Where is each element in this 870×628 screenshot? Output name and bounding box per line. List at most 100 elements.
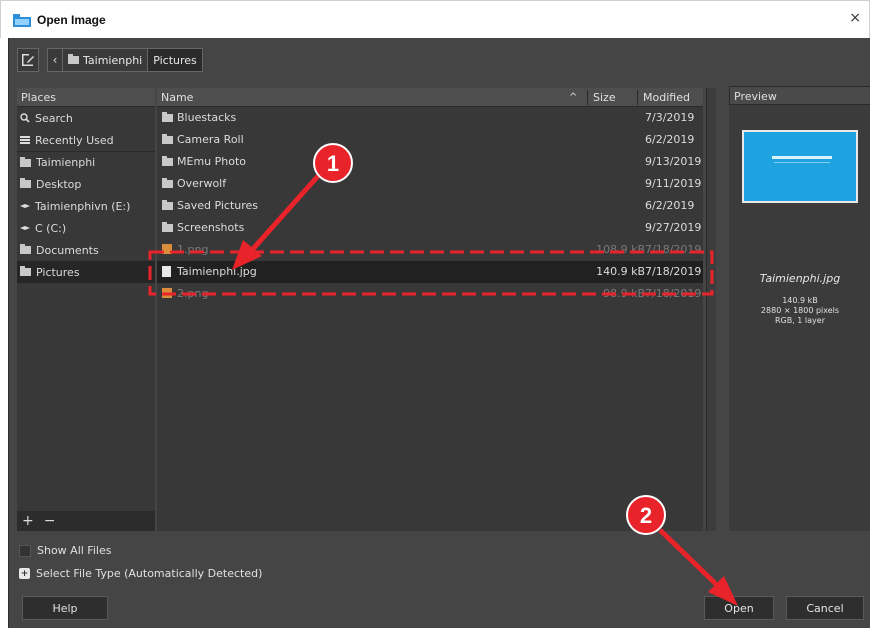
place-label: Search [35,111,73,125]
image-icon [162,244,172,254]
folder-icon [162,222,173,232]
place-label: Pictures [36,265,80,279]
recent-icon [20,136,30,144]
place-label: Desktop [36,177,82,191]
place-item-documents[interactable]: Documents [17,239,155,261]
file-modified: 7/18/2019 [645,265,702,278]
remove-bookmark-button[interactable]: − [44,513,56,529]
place-label: Taimienphi [36,156,96,169]
file-name: 2.png [177,287,209,300]
file-list-scrollbar[interactable] [706,88,716,531]
file-row-saved-pictures[interactable]: Saved Pictures 6/2/2019 [157,195,703,217]
preview-dimensions: 2880 × 1800 pixels [760,306,840,315]
file-name: Saved Pictures [177,199,259,212]
column-modified[interactable]: Modified [643,91,690,104]
places-footer: + − [17,511,155,531]
place-item-taimienphi[interactable]: Taimienphi [17,151,155,173]
breadcrumb-taimienphi[interactable]: Taimienphi [63,48,149,72]
file-modified: 9/11/2019 [645,177,702,190]
place-item-recently-used[interactable]: Recently Used [17,129,155,151]
folder-icon [162,156,173,166]
folder-icon [162,112,173,122]
column-name[interactable]: Name [161,91,193,104]
file-name: Overwolf [177,177,227,190]
file-name: Bluestacks [177,111,237,124]
breadcrumb-pictures[interactable]: Pictures [148,48,203,72]
breadcrumb-label: Pictures [153,53,197,67]
sort-ascending-icon: ^ [569,91,578,103]
close-button[interactable]: × [849,10,861,26]
breadcrumb-label: Taimienphi [83,53,143,67]
image-icon [162,288,172,298]
place-item-desktop[interactable]: Desktop [17,173,155,195]
places-pane: Places Search Recently Used Taimienphi D… [17,88,155,531]
open-button[interactable]: Open [704,596,774,620]
drive-icon [20,226,30,230]
place-label: Documents [36,243,99,257]
file-row-2-png[interactable]: 2.png 98.9 kB 7/18/2019 [157,283,703,305]
edit-location-button[interactable] [17,48,39,72]
preview-file-name: Taimienphi.jpg [759,272,841,285]
cancel-button[interactable]: Cancel [786,596,864,620]
preview-pane: Preview Taimienphi.jpg 140.9 kB 2880 × 1… [729,86,870,531]
place-label: Taimienphivn (E:) [35,199,131,213]
folder-icon [162,178,173,188]
folder-icon [20,244,31,254]
file-modified: 6/2/2019 [645,133,695,146]
folder-icon [162,200,173,210]
place-label: Recently Used [35,133,114,147]
folder-icon [68,54,79,64]
file-size: 140.9 kB [596,265,645,278]
expander-icon[interactable]: + [19,568,30,579]
file-row-screenshots[interactable]: Screenshots 9/27/2019 [157,217,703,239]
place-item-search[interactable]: Search [17,107,155,129]
file-row-camera-roll[interactable]: Camera Roll 6/2/2019 [157,129,703,151]
place-item-drive-e[interactable]: Taimienphivn (E:) [17,195,155,217]
file-modified: 7/3/2019 [645,111,695,124]
preview-size: 140.9 kB [782,296,818,305]
place-item-pictures[interactable]: Pictures [17,261,155,283]
file-icon [162,266,171,277]
folder-icon [20,266,31,276]
file-size: 108.9 kB [596,243,645,256]
chevron-left-icon[interactable]: ‹ [47,48,63,72]
file-list: Name ^ Size Modified Bluestacks 7/3/2019… [157,88,703,531]
file-modified: 6/2/2019 [645,199,695,212]
file-row-bluestacks[interactable]: Bluestacks 7/3/2019 [157,107,703,129]
file-modified: 9/13/2019 [645,155,702,168]
preview-header: Preview [729,86,870,105]
file-list-header: Name ^ Size Modified [157,88,703,107]
show-all-files-checkbox[interactable] [19,544,31,557]
select-file-type-expander[interactable]: + Select File Type (Automatically Detect… [19,567,262,580]
preview-thumbnail [742,130,858,203]
file-modified: 7/18/2019 [645,287,702,300]
path-bar: ‹ Taimienphi Pictures [17,48,203,72]
file-row-1-png[interactable]: 1.png 108.9 kB 7/18/2019 [157,239,703,261]
file-row-memu-photo[interactable]: MEmu Photo 9/13/2019 [157,151,703,173]
places-header: Places [17,88,155,107]
file-modified: 9/27/2019 [645,221,702,234]
file-name: Taimienphi.jpg [177,265,257,278]
drive-icon [20,204,30,208]
folder-icon [20,178,31,188]
folder-icon [162,134,173,144]
folder-icon [20,156,31,167]
preview-mode: RGB, 1 layer [774,316,826,325]
column-size[interactable]: Size [593,91,616,104]
file-modified: 7/18/2019 [645,243,702,256]
place-label: C (C:) [35,221,67,235]
file-size: 98.9 kB [603,287,645,300]
place-item-drive-c[interactable]: C (C:) [17,217,155,239]
show-all-files-option[interactable]: Show All Files [19,544,111,557]
file-name: MEmu Photo [177,155,247,168]
window-title: Open Image [37,13,106,27]
help-button[interactable]: Help [22,596,108,620]
add-bookmark-button[interactable]: + [22,513,34,529]
edit-location-icon [22,54,34,66]
file-name: 1.png [177,243,209,256]
show-all-files-label: Show All Files [37,544,112,557]
file-row-taimienphi-jpg[interactable]: Taimienphi.jpg 140.9 kB 7/18/2019 [157,261,703,283]
file-name: Screenshots [177,221,245,234]
file-row-overwolf[interactable]: Overwolf 9/11/2019 [157,173,703,195]
search-icon [20,113,30,123]
